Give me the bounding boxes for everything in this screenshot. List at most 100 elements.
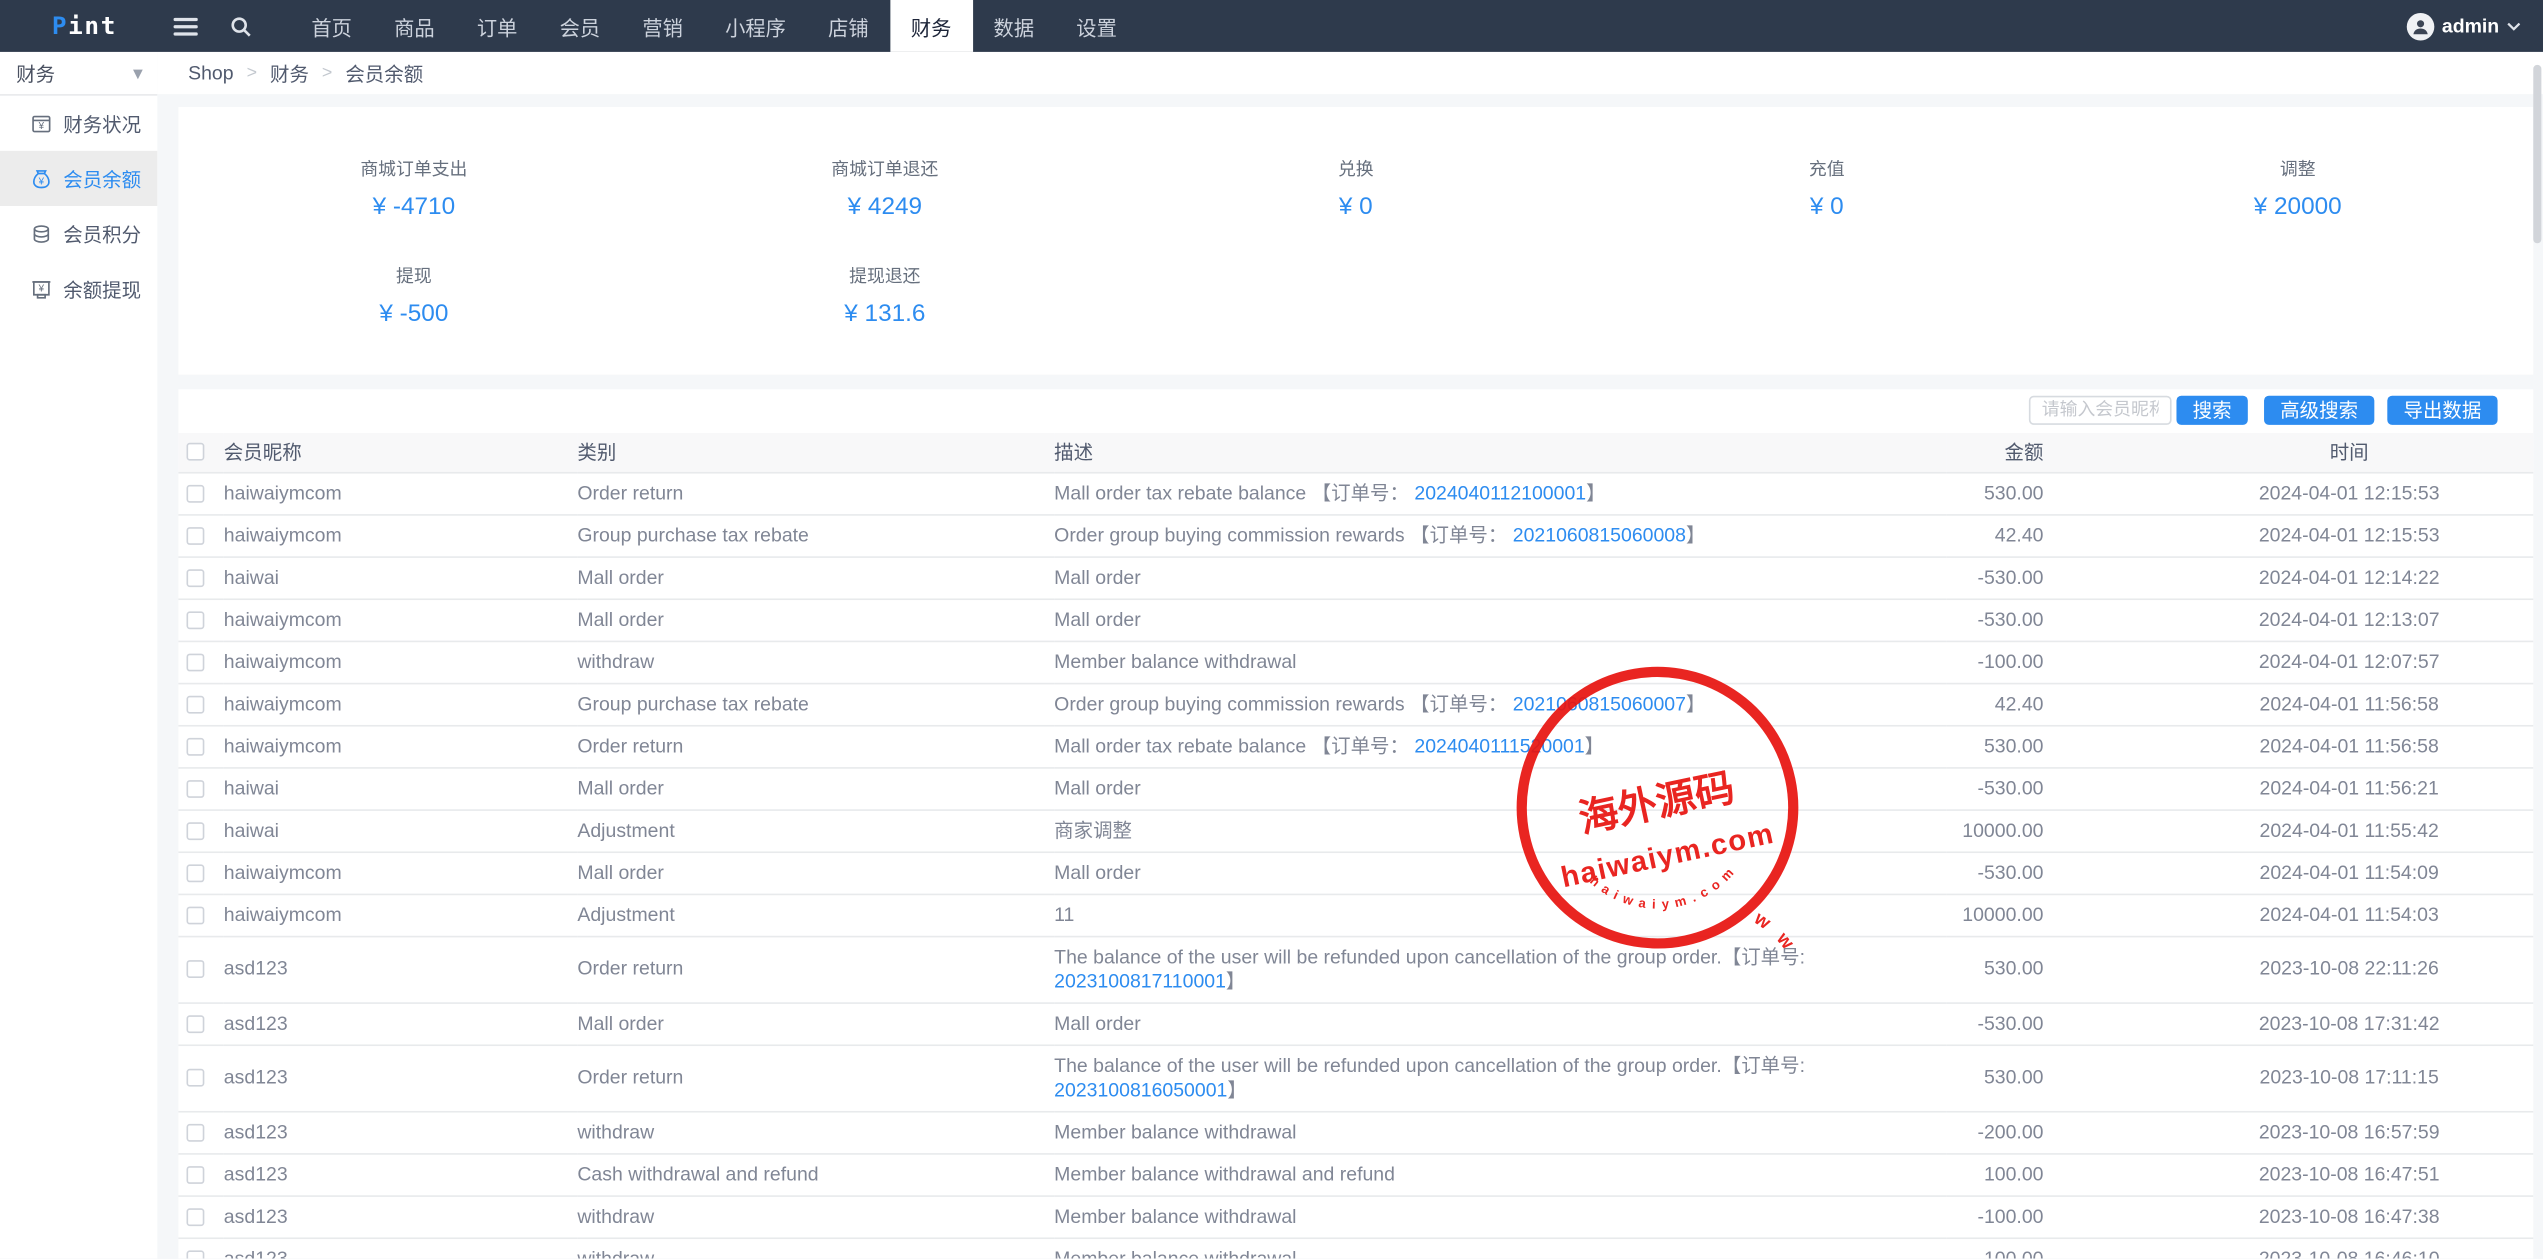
- stat-label: 商城订单退还: [649, 156, 1120, 182]
- caret-down-icon: ▾: [133, 62, 143, 85]
- sidebar-item-balance-withdrawal[interactable]: ¥ 余额提现: [0, 261, 157, 316]
- cell-description: Mall order tax rebate balance 【订单号： 2024…: [1054, 725, 1946, 767]
- cell-time: 2023-10-08 16:46:10: [2084, 1237, 2533, 1258]
- description-text: Mall order: [1054, 1011, 1141, 1034]
- member-nickname-input[interactable]: [2029, 396, 2172, 425]
- row-checkbox[interactable]: [187, 484, 205, 502]
- row-checkbox[interactable]: [187, 695, 205, 713]
- cell-category: Cash withdrawal and refund: [577, 1153, 1054, 1195]
- table-row: haiwai Adjustment 商家调整 10000.00 2024-04-…: [178, 809, 2533, 851]
- svg-text:¥: ¥: [38, 176, 45, 187]
- nav-tab[interactable]: 订单: [456, 0, 539, 52]
- order-number-link[interactable]: 2024040111520001: [1414, 734, 1584, 757]
- row-checkbox[interactable]: [187, 737, 205, 755]
- records-panel: 搜索 高级搜索 导出数据 会员昵称 类别 描述 金额 时间: [178, 389, 2533, 1258]
- cell-category: Mall order: [577, 598, 1054, 640]
- row-checkbox[interactable]: [187, 1165, 205, 1183]
- row-checkbox[interactable]: [187, 960, 205, 978]
- description-suffix: 】: [1586, 481, 1605, 504]
- breadcrumb-item[interactable]: Shop: [188, 62, 233, 85]
- cell-amount: -100.00: [1946, 1237, 2084, 1258]
- navbar-spacer: [1138, 0, 2406, 52]
- cell-category: Group purchase tax rebate: [577, 683, 1054, 725]
- cell-time: 2024-04-01 11:54:09: [2084, 851, 2533, 893]
- cell-description: Member balance withdrawal and refund: [1054, 1153, 1946, 1195]
- stat-value: ¥ 20000: [2062, 193, 2533, 221]
- stats-row-2: 提现 ¥ -500 提现退还 ¥ 131.6: [178, 214, 2533, 321]
- breadcrumb-item[interactable]: 财务: [270, 59, 309, 87]
- nav-tab[interactable]: 数据: [972, 0, 1055, 52]
- table-row: asd123 withdraw Member balance withdrawa…: [178, 1237, 2533, 1258]
- cell-category: Order return: [577, 725, 1054, 767]
- stats-row-1: 商城订单支出 ¥ -4710 商城订单退还 ¥ 4249 兑换 ¥ 0: [178, 107, 2533, 214]
- sidebar-item-member-balance[interactable]: ¥ 会员余额: [0, 151, 157, 206]
- avatar: [2406, 12, 2434, 40]
- search-button[interactable]: 搜索: [2176, 396, 2247, 425]
- row-checkbox[interactable]: [187, 611, 205, 629]
- order-number-link[interactable]: 2021060815060008: [1513, 523, 1686, 546]
- nav-tab[interactable]: 财务: [890, 0, 973, 52]
- row-checkbox[interactable]: [187, 1069, 205, 1087]
- row-checkbox[interactable]: [187, 526, 205, 544]
- order-number-link[interactable]: 2021060815060007: [1513, 692, 1686, 715]
- export-data-button[interactable]: 导出数据: [2387, 396, 2497, 425]
- nav-tab[interactable]: 商品: [373, 0, 456, 52]
- app-logo: Pint: [0, 0, 157, 52]
- row-checkbox[interactable]: [187, 653, 205, 671]
- user-menu[interactable]: admin: [2406, 0, 2543, 52]
- cell-nickname: asd123: [224, 1111, 578, 1153]
- row-checkbox[interactable]: [187, 1123, 205, 1141]
- nav-tab[interactable]: 营销: [621, 0, 704, 52]
- row-checkbox[interactable]: [187, 906, 205, 924]
- advanced-search-button[interactable]: 高级搜索: [2264, 396, 2374, 425]
- nav-tab[interactable]: 小程序: [704, 0, 807, 52]
- cell-nickname: asd123: [224, 1153, 578, 1195]
- table-row: haiwaiymcom Mall order Mall order -530.0…: [178, 851, 2533, 893]
- sidebar-item-finance-status[interactable]: ¥ 财务状况: [0, 96, 157, 151]
- cell-description: 11: [1054, 894, 1946, 936]
- cell-amount: -100.00: [1946, 1195, 2084, 1237]
- select-all-checkbox[interactable]: [187, 443, 205, 461]
- cell-amount: 100.00: [1946, 1153, 2084, 1195]
- row-checkbox[interactable]: [187, 779, 205, 797]
- column-header-description: 描述: [1054, 433, 1946, 472]
- nav-tab[interactable]: 设置: [1055, 0, 1138, 52]
- description-text: 商家调整: [1054, 818, 1132, 841]
- breadcrumb-item[interactable]: 会员余额: [345, 59, 423, 87]
- table-row: asd123 Order return The balance of the u…: [178, 1044, 2533, 1110]
- cell-description: Mall order: [1054, 851, 1946, 893]
- description-text: Mall order: [1054, 607, 1141, 630]
- cell-description: Mall order: [1054, 556, 1946, 598]
- nav-tab[interactable]: 首页: [290, 0, 373, 52]
- cell-time: 2023-10-08 16:57:59: [2084, 1111, 2533, 1153]
- cell-time: 2024-04-01 12:13:07: [2084, 598, 2533, 640]
- nav-tab[interactable]: 会员: [539, 0, 622, 52]
- sidebar-section-header[interactable]: 财务 ▾: [0, 52, 157, 96]
- vertical-scrollbar[interactable]: [2533, 65, 2541, 243]
- cell-description: The balance of the user will be refunded…: [1054, 936, 1946, 1002]
- description-text: Mall order tax rebate balance 【订单号：: [1054, 734, 1414, 757]
- cell-category: withdraw: [577, 641, 1054, 683]
- row-checkbox[interactable]: [187, 1014, 205, 1032]
- nav-tab[interactable]: 店铺: [807, 0, 890, 52]
- row-checkbox[interactable]: [187, 1250, 205, 1259]
- order-number-link[interactable]: 2024040112100001: [1414, 481, 1586, 504]
- row-checkbox[interactable]: [187, 864, 205, 882]
- description-text: 11: [1054, 903, 1074, 926]
- sidebar-item-member-points[interactable]: 会员积分: [0, 206, 157, 261]
- search-icon[interactable]: [212, 0, 267, 52]
- order-number-link[interactable]: 2023100817110001: [1054, 969, 1226, 992]
- cell-time: 2024-04-01 12:15:53: [2084, 514, 2533, 556]
- row-checkbox[interactable]: [187, 568, 205, 586]
- coins-icon: [31, 223, 52, 244]
- row-checkbox[interactable]: [187, 1207, 205, 1225]
- cell-description: Mall order: [1054, 598, 1946, 640]
- content-area: Shop > 财务 > 会员余额 > 商城订单支出 ¥ -4710: [157, 52, 2543, 1259]
- order-number-link[interactable]: 2023100816050001: [1054, 1078, 1227, 1101]
- description-text: Mall order tax rebate balance 【订单号：: [1054, 481, 1414, 504]
- cell-category: withdraw: [577, 1111, 1054, 1153]
- menu-toggle-icon[interactable]: [157, 0, 212, 52]
- cell-amount: -200.00: [1946, 1111, 2084, 1153]
- row-checkbox[interactable]: [187, 821, 205, 839]
- sidebar-item-label: 会员余额: [63, 165, 141, 193]
